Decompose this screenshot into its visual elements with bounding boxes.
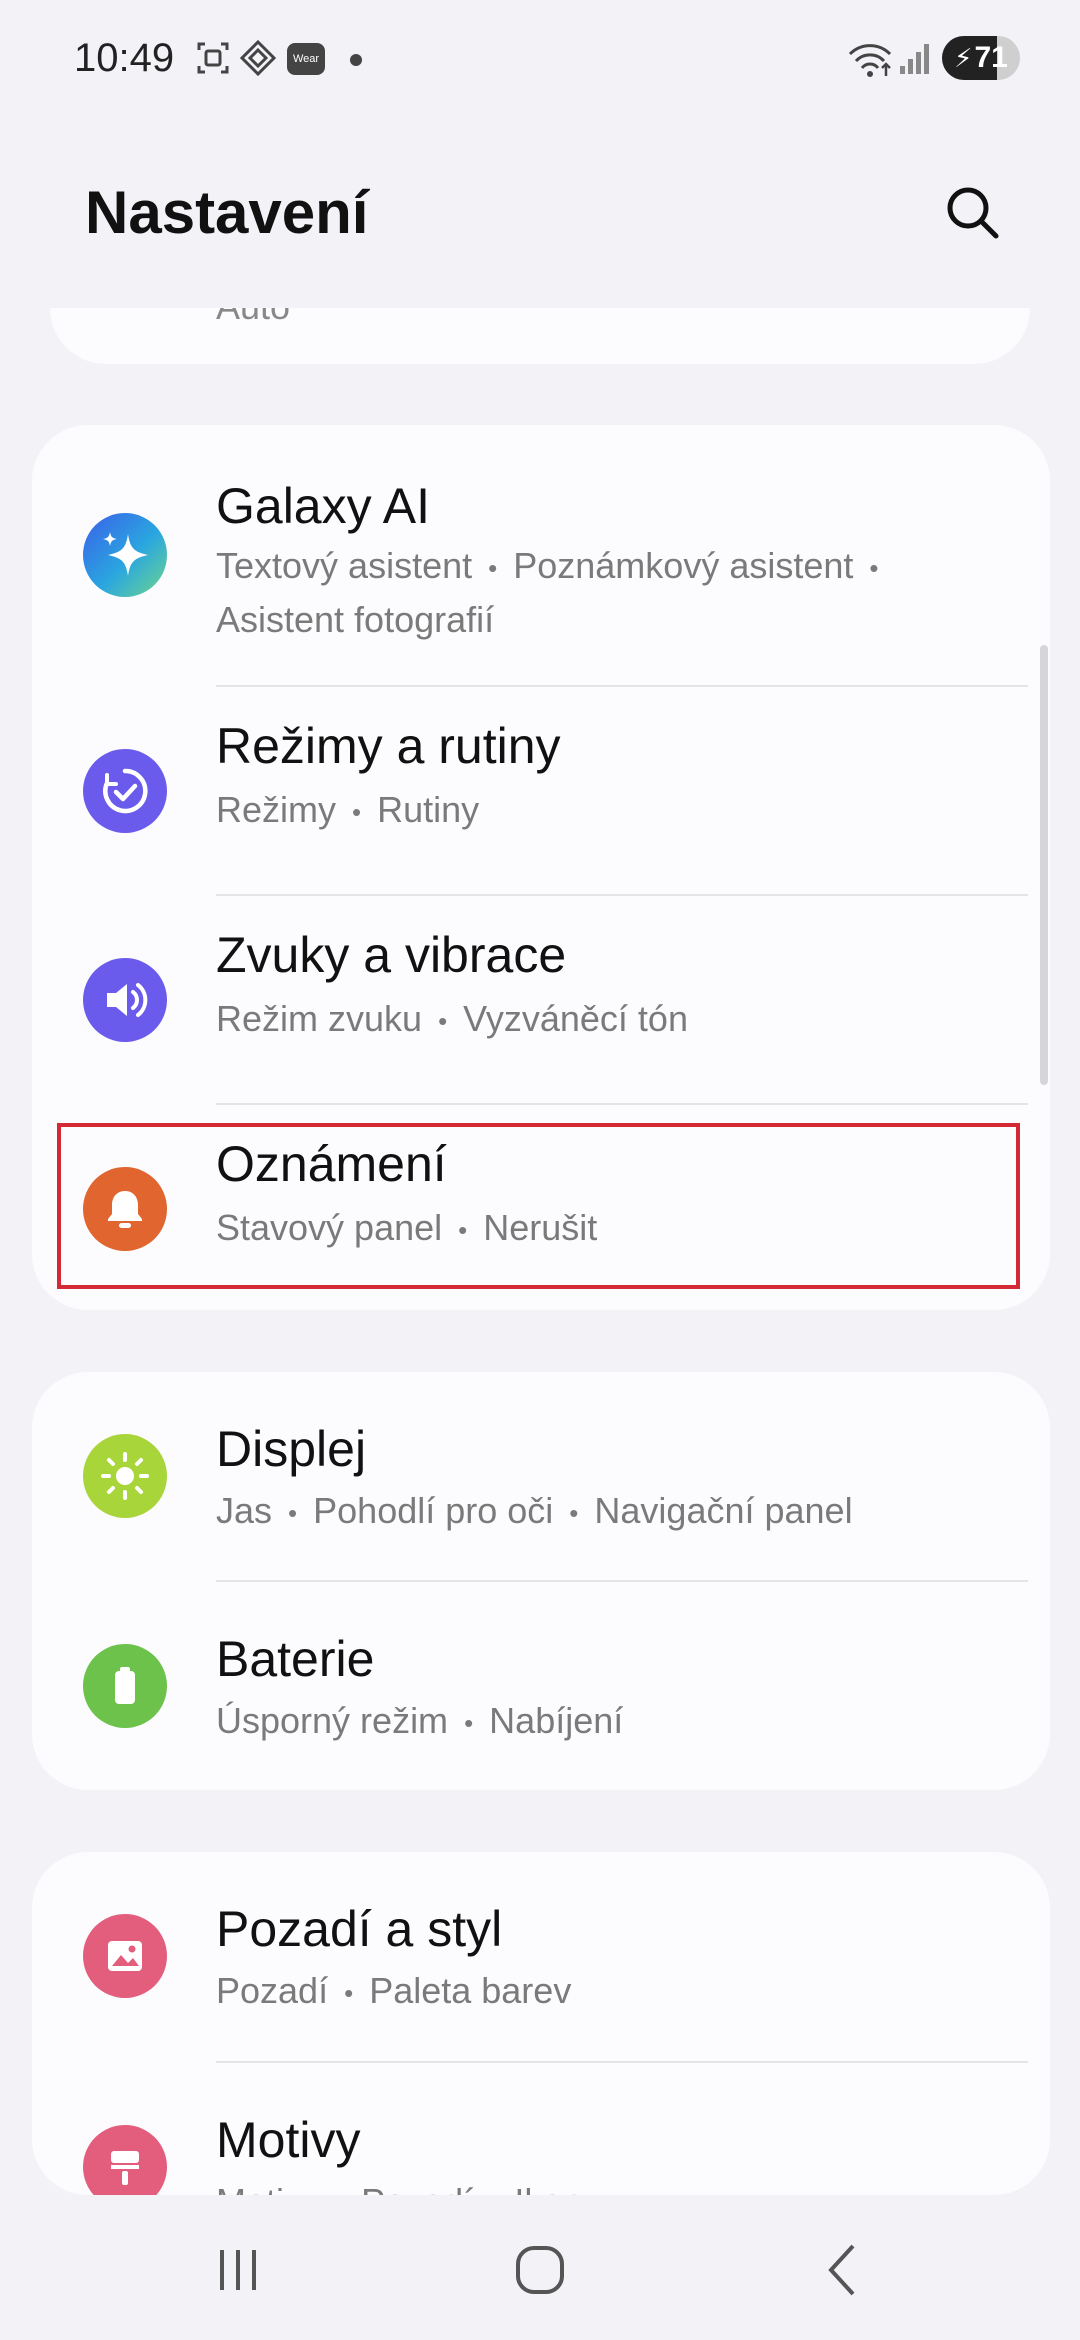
setting-wallpaper-style[interactable]: Pozadí a styl Pozadí • Paleta barev <box>32 1852 1050 2062</box>
screenshot-icon <box>197 42 229 74</box>
subtitle-part: Navigační panel <box>594 1490 853 1531</box>
subtitle-part: Textový asistent <box>216 545 473 586</box>
wallpaper-style-subtitle: Pozadí • Paleta barev <box>216 1970 572 2011</box>
sounds-vibration-title: Zvuky a vibrace <box>216 927 567 983</box>
charging-bolt-icon: ⚡ <box>954 42 973 73</box>
galaxy-ai-subtitle: Textový asistent • Poznámkový asistent • Asi… <box>216 545 879 641</box>
subtitle-part: Režim zvuku <box>216 998 423 1039</box>
battery-status: ⚡ 71 <box>942 36 1020 80</box>
wear-icon: Wear <box>287 43 325 75</box>
status-time: 10:49 <box>74 36 175 80</box>
highlight-box <box>57 1123 1020 1289</box>
setting-sounds-vibration[interactable]: Zvuky a vibrace Režim zvuku • Vyzváněcí tó… <box>32 896 1050 1104</box>
subtitle-part: Rutiny <box>377 789 480 830</box>
setting-display[interactable]: Displej Jas • Pohodlí pro oči • Navigační pa… <box>32 1372 1050 1581</box>
navigation-bar <box>0 2200 1080 2340</box>
setting-modes-routines[interactable]: Režimy a rutiny Režimy • Rutiny <box>32 687 1050 895</box>
page-title: Nastavení <box>85 179 369 246</box>
sounds-vibration-subtitle: Režim zvuku • Vyzváněcí tón <box>216 998 688 1039</box>
display-subtitle: Jas • Pohodlí pro oči • Navigační panel <box>216 1490 853 1531</box>
subtitle-part: Asistent fotografií <box>216 599 495 641</box>
subtitle-part: Paleta barev <box>369 1970 572 2011</box>
image-icon <box>83 1914 167 1998</box>
subtitle-part: Pohodlí pro oči <box>313 1490 554 1531</box>
setting-battery[interactable]: Baterie Úsporný režim • Nabíjení <box>32 1582 1050 1790</box>
subtitle-part: Pozadí <box>216 1970 329 2011</box>
themes-title: Motivy <box>216 2112 361 2168</box>
wifi-icon <box>848 44 892 77</box>
recents-icon <box>220 2250 256 2290</box>
back-button[interactable] <box>800 2230 890 2310</box>
sparkle-icon <box>83 513 167 597</box>
battery-subtitle: Úsporný režim • Nabíjení <box>216 1700 624 1741</box>
setting-themes[interactable]: Motivy Motivy•Pozadí•Ikony <box>32 2063 1050 2195</box>
subtitle-part: Pozadí <box>361 2181 473 2195</box>
wallpaper-style-title: Pozadí a styl <box>216 1901 503 1957</box>
battery-title: Baterie <box>216 1631 375 1687</box>
brush-icon <box>83 2125 167 2195</box>
speaker-icon <box>83 958 167 1042</box>
subtitle-part: Ikony <box>514 2181 600 2195</box>
search-icon[interactable] <box>940 180 1004 244</box>
subtitle-part: Jas <box>216 1490 273 1531</box>
back-icon <box>828 2244 855 2296</box>
setting-galaxy-ai[interactable]: Galaxy AI Textový asistent • Poznámkový as… <box>32 425 1050 687</box>
subtitle-part: Nabíjení <box>489 1700 624 1741</box>
modes-routines-subtitle: Režimy • Rutiny <box>216 789 480 830</box>
galaxy-ai-title: Galaxy AI <box>216 478 430 534</box>
recent-apps-button[interactable] <box>193 2230 283 2310</box>
subtitle-part: Režimy <box>216 789 337 830</box>
settings-card-2: Displej Jas • Pohodlí pro oči • Navigační pa… <box>32 1372 1050 1790</box>
home-icon <box>516 2246 564 2294</box>
signal-icon <box>900 44 929 74</box>
home-button[interactable] <box>495 2230 585 2310</box>
status-bar: 10:49 Wear ⚡ 71 <box>0 0 1080 120</box>
subtitle-part: Poznámkový asistent <box>513 545 854 586</box>
display-title: Displej <box>216 1421 367 1477</box>
battery-value: 71 <box>974 41 1008 74</box>
battery-icon <box>83 1644 167 1728</box>
notification-dot-icon <box>350 54 362 66</box>
modes-routines-title: Režimy a rutiny <box>216 718 561 774</box>
subtitle-part: Vyzváněcí tón <box>463 998 688 1039</box>
sun-icon <box>83 1434 167 1518</box>
settings-card-3: Pozadí a styl Pozadí • Paleta barev Motivy… <box>32 1852 1050 2195</box>
check-circle-icon <box>83 749 167 833</box>
battery-percent: ⚡ 71 <box>942 36 1020 80</box>
themes-subtitle: Motivy•Pozadí•Ikony <box>216 2176 1016 2195</box>
scrollbar[interactable] <box>1040 645 1048 1085</box>
cut-item-subtitle: Auto <box>216 308 290 328</box>
subtitle-part: Úsporný režim <box>216 1700 449 1741</box>
subtitle-part: Motivy <box>216 2181 320 2195</box>
diamond-grid-icon <box>240 40 276 76</box>
previous-settings-card: Auto <box>50 308 1030 364</box>
